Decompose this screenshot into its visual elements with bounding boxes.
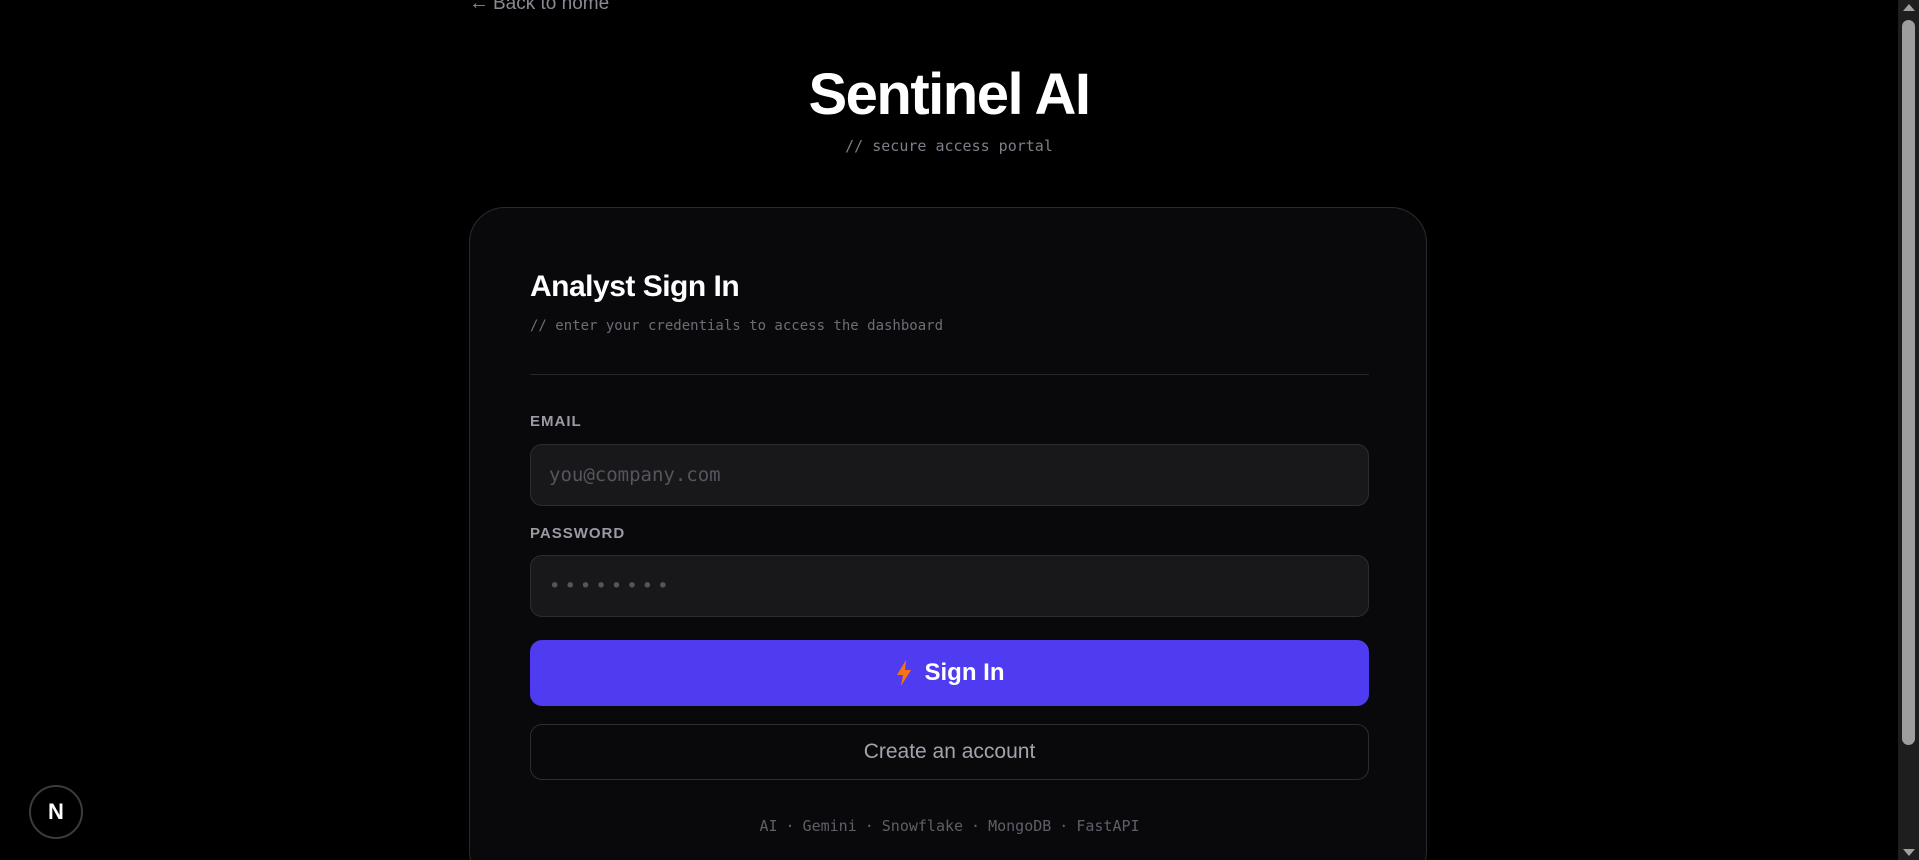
password-label: PASSWORD [530, 525, 626, 542]
page: ← Back to home Sentinel AI // secure acc… [0, 0, 1919, 860]
back-to-home-link[interactable]: ← Back to home [469, 0, 609, 15]
scroll-down-arrow-icon[interactable] [1903, 849, 1915, 856]
back-arrow-icon: ← [469, 0, 489, 14]
card-divider [530, 374, 1369, 375]
card-title: Analyst Sign In [530, 270, 740, 303]
tech-stack-footer: AI · Gemini · Snowflake · MongoDB · FastAPI [530, 817, 1369, 835]
scroll-up-arrow-icon[interactable] [1903, 4, 1915, 11]
brand-title: Sentinel AI [808, 62, 1091, 127]
password-field[interactable] [530, 555, 1369, 617]
lightning-bolt-icon [896, 660, 911, 686]
create-account-button[interactable]: Create an account [530, 724, 1369, 780]
separator: · [971, 817, 981, 835]
separator: · [785, 817, 795, 835]
tech-item: Snowflake [881, 817, 964, 835]
separator: · [864, 817, 874, 835]
sign-in-button[interactable]: Sign In [530, 640, 1369, 706]
tech-item: AI [759, 817, 778, 835]
tech-item: FastAPI [1076, 817, 1140, 835]
email-label: EMAIL [530, 413, 582, 430]
scrollbar-thumb[interactable] [1902, 20, 1915, 745]
card-subtitle: // enter your credentials to access the … [530, 318, 944, 334]
separator: · [1059, 817, 1069, 835]
tech-item: MongoDB [988, 817, 1052, 835]
create-account-label: Create an account [863, 740, 1036, 763]
back-link-label: Back to home [493, 0, 610, 14]
sign-in-card: Analyst Sign In // enter your credential… [469, 207, 1427, 860]
nextjs-dev-badge[interactable]: N [29, 785, 83, 839]
nextjs-logo-icon: N [48, 799, 64, 824]
vertical-scrollbar[interactable] [1898, 0, 1919, 860]
tech-item: Gemini [802, 817, 857, 835]
sign-in-label: Sign In [924, 659, 1005, 686]
email-field[interactable] [530, 444, 1369, 506]
brand-subtitle: // secure access portal [845, 137, 1053, 155]
